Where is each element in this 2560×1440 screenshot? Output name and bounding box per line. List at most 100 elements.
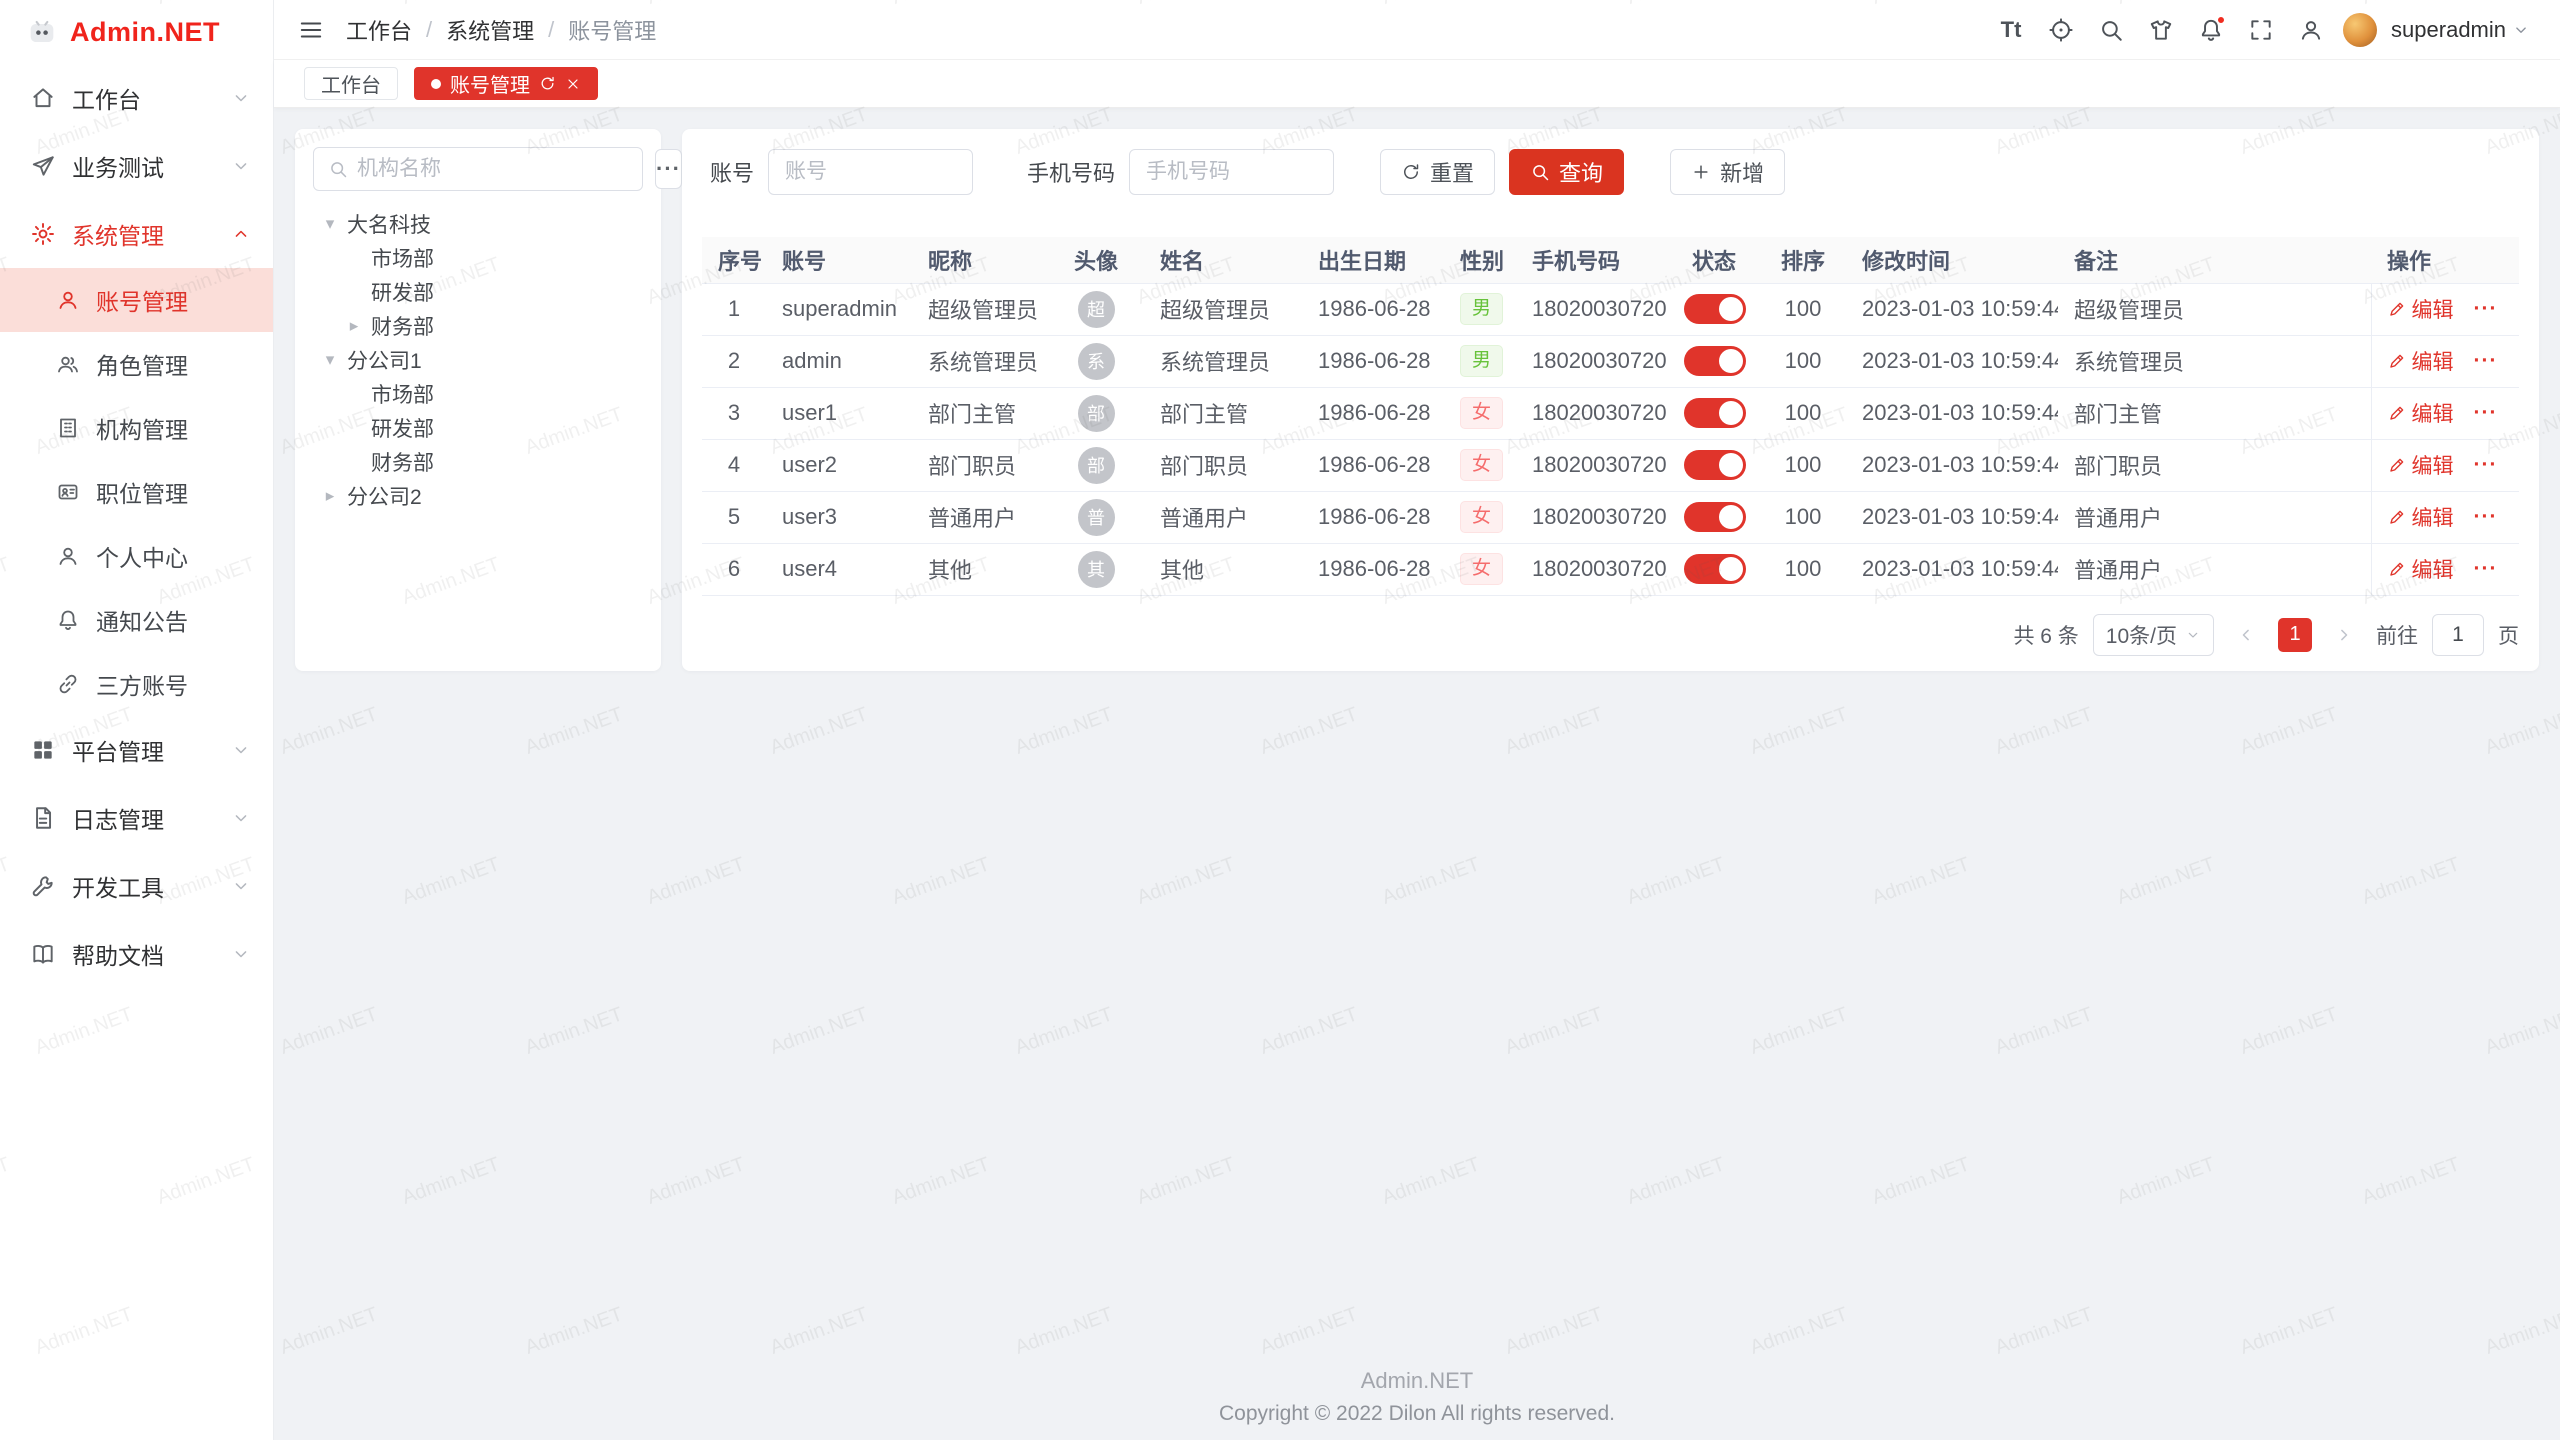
sidebar-item-system-management[interactable]: 系统管理	[0, 200, 273, 268]
org-search-field[interactable]	[313, 147, 643, 191]
tree-node-label: 市场部	[371, 243, 434, 273]
sidebar-item-position-management[interactable]: 职位管理	[0, 460, 273, 524]
status-toggle[interactable]	[1684, 346, 1746, 376]
tree-node[interactable]: 市场部	[313, 377, 643, 411]
sidebar-item-business-test[interactable]: 业务测试	[0, 132, 273, 200]
sidebar-item-role-management[interactable]: 角色管理	[0, 332, 273, 396]
row-more-button[interactable]: ···	[2474, 505, 2498, 529]
next-page-button[interactable]	[2326, 617, 2362, 653]
gender-badge: 女	[1460, 449, 1503, 481]
reset-button[interactable]: 重置	[1380, 149, 1495, 195]
sidebar-item-thirdparty-account[interactable]: 三方账号	[0, 652, 273, 716]
tab-close-icon[interactable]	[565, 76, 581, 92]
tree-node[interactable]: 研发部	[313, 275, 643, 309]
cell-account: user3	[766, 491, 912, 543]
add-button[interactable]: 新增	[1670, 149, 1785, 195]
row-avatar: 普	[1078, 499, 1115, 536]
account-input[interactable]	[785, 160, 956, 184]
cell-status	[1668, 283, 1760, 335]
theme-icon[interactable]	[2139, 8, 2183, 52]
sidebar-item-notice[interactable]: 通知公告	[0, 588, 273, 652]
cell-actions: 编辑 ···	[2371, 543, 2519, 595]
edit-button[interactable]: 编辑	[2388, 346, 2454, 376]
page-size-select[interactable]: 10条/页	[2093, 614, 2214, 656]
sidebar-item-help-docs[interactable]: 帮助文档	[0, 920, 273, 988]
avatar[interactable]	[2343, 13, 2377, 47]
tab-account-management[interactable]: 账号管理	[414, 67, 598, 100]
tab-refresh-icon[interactable]	[539, 75, 556, 92]
cell-gender: 女	[1444, 491, 1516, 543]
edit-button[interactable]: 编辑	[2388, 398, 2454, 428]
cell-modified: 2023-01-03 10:59:44	[1846, 543, 2058, 595]
username-label: superadmin	[2391, 17, 2506, 43]
tree-node[interactable]: ▾ 分公司1	[313, 343, 643, 377]
fullscreen-icon[interactable]	[2239, 8, 2283, 52]
tree-node[interactable]: ▸ 财务部	[313, 309, 643, 343]
cell-name: 部门职员	[1144, 439, 1302, 491]
row-more-button[interactable]: ···	[2474, 297, 2498, 321]
search-icon	[1530, 162, 1550, 182]
tree-node-label: 研发部	[371, 277, 434, 307]
edit-button[interactable]: 编辑	[2388, 294, 2454, 324]
page-unit-label: 页	[2498, 620, 2519, 650]
tree-node[interactable]: ▾ 大名科技	[313, 207, 643, 241]
search-button[interactable]: 查询	[1509, 149, 1624, 195]
edit-button[interactable]: 编辑	[2388, 450, 2454, 480]
prev-page-button[interactable]	[2228, 617, 2264, 653]
page-number-button[interactable]: 1	[2278, 618, 2312, 652]
app-logo[interactable]: Admin.NET	[0, 0, 273, 64]
caret-collapsed-icon[interactable]: ▸	[337, 316, 371, 336]
font-size-icon[interactable]: Tt	[1989, 8, 2033, 52]
goto-page-field[interactable]	[2432, 614, 2484, 656]
phone-input[interactable]	[1146, 160, 1317, 184]
bell-icon	[56, 608, 80, 632]
user-menu[interactable]: superadmin	[2391, 17, 2530, 43]
row-more-button[interactable]: ···	[2474, 401, 2498, 425]
tab-workbench[interactable]: 工作台	[304, 67, 398, 100]
breadcrumb-item[interactable]: 工作台	[346, 14, 412, 46]
search-icon[interactable]	[2089, 8, 2133, 52]
sidebar-item-workbench[interactable]: 工作台	[0, 64, 273, 132]
hamburger-menu-icon[interactable]	[298, 17, 324, 43]
profile-icon[interactable]	[2289, 8, 2333, 52]
tree-node[interactable]: 研发部	[313, 411, 643, 445]
table-row: 2 admin 系统管理员 系 系统管理员 1986-06-28 男 18020…	[702, 335, 2519, 387]
row-more-button[interactable]: ···	[2474, 557, 2498, 581]
caret-expanded-icon[interactable]: ▾	[313, 214, 347, 234]
org-more-button[interactable]: ···	[655, 149, 682, 189]
breadcrumb-separator: /	[426, 17, 432, 43]
sidebar-item-org-management[interactable]: 机构管理	[0, 396, 273, 460]
edit-button[interactable]: 编辑	[2388, 554, 2454, 584]
cell-remark: 部门主管	[2058, 387, 2371, 439]
org-search-input[interactable]	[357, 157, 628, 181]
tree-node[interactable]: ▸ 分公司2	[313, 479, 643, 513]
page-size-value: 10条/页	[2106, 620, 2177, 650]
caret-expanded-icon[interactable]: ▾	[313, 350, 347, 370]
account-field[interactable]	[768, 149, 973, 195]
tree-node[interactable]: 市场部	[313, 241, 643, 275]
status-toggle[interactable]	[1684, 450, 1746, 480]
locate-icon[interactable]	[2039, 8, 2083, 52]
sidebar-item-account-management[interactable]: 账号管理	[0, 268, 273, 332]
row-more-button[interactable]: ···	[2474, 349, 2498, 373]
status-toggle[interactable]	[1684, 554, 1746, 584]
status-toggle[interactable]	[1684, 398, 1746, 428]
status-toggle[interactable]	[1684, 502, 1746, 532]
sidebar-submenu-system: 账号管理 角色管理 机构管理 职位管理 个人中心	[0, 268, 273, 716]
sidebar-item-dev-tools[interactable]: 开发工具	[0, 852, 273, 920]
sidebar-item-personal-center[interactable]: 个人中心	[0, 524, 273, 588]
sidebar-item-platform-management[interactable]: 平台管理	[0, 716, 273, 784]
status-toggle[interactable]	[1684, 294, 1746, 324]
goto-page-input[interactable]	[2433, 615, 2483, 655]
content-area: ··· ▾ 大名科技 市场部 研发部	[274, 108, 2560, 1440]
breadcrumb-item[interactable]: 系统管理	[446, 14, 534, 46]
sidebar-item-log-management[interactable]: 日志管理	[0, 784, 273, 852]
table-header-row: 序号 账号 昵称 头像 姓名 出生日期 性别 手机号码 状态 排序 修改时间 备…	[702, 237, 2519, 283]
caret-collapsed-icon[interactable]: ▸	[313, 486, 347, 506]
tree-node[interactable]: 财务部	[313, 445, 643, 479]
row-more-button[interactable]: ···	[2474, 453, 2498, 477]
notification-icon[interactable]	[2189, 8, 2233, 52]
edit-button[interactable]: 编辑	[2388, 502, 2454, 532]
phone-field[interactable]	[1129, 149, 1334, 195]
chevron-down-icon	[231, 808, 251, 828]
